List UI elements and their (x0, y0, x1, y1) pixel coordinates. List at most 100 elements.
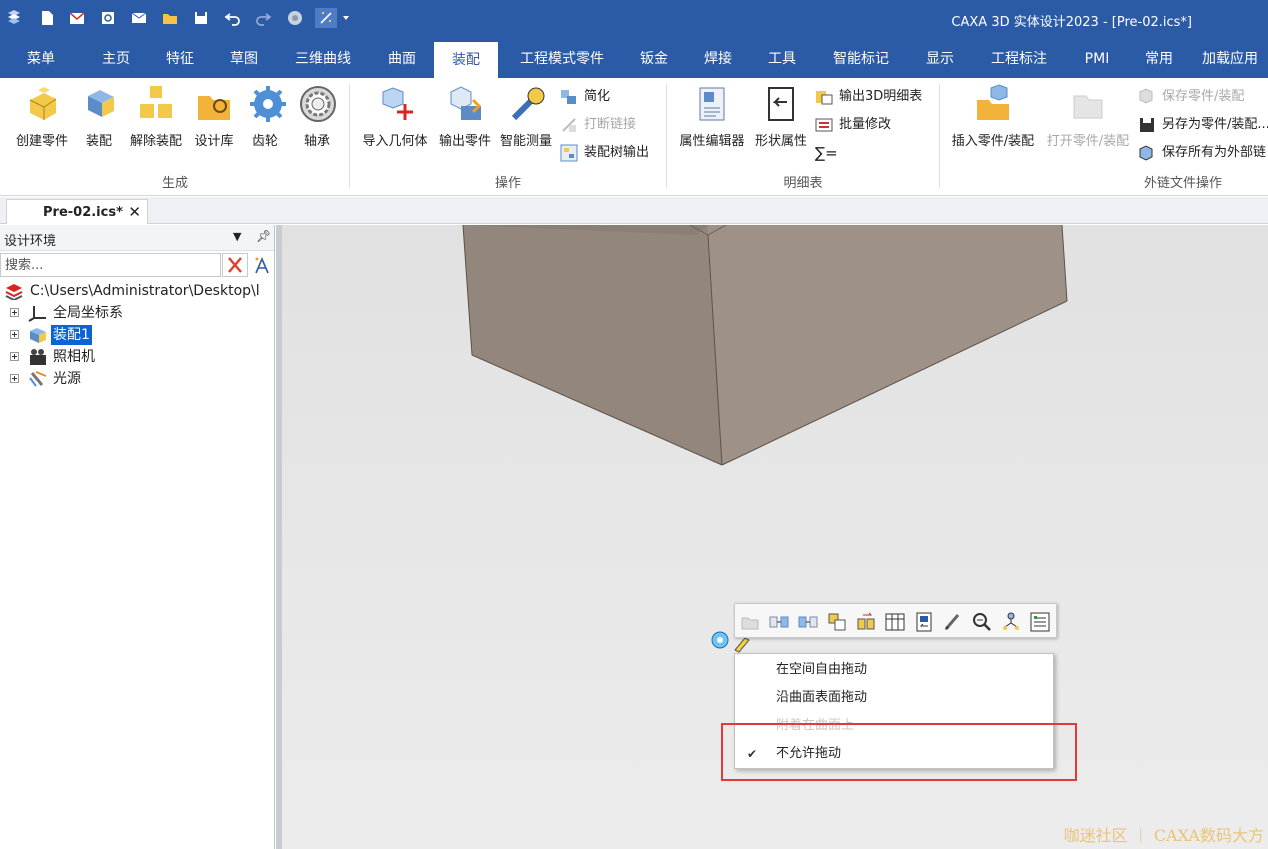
copy-part-icon[interactable] (826, 611, 848, 633)
export-part-label: 输出零件 (438, 134, 491, 149)
menu-item-disallow-drag[interactable]: ✔ 不允许拖动 (735, 740, 1053, 768)
tab-menu[interactable]: 菜单 (14, 40, 68, 78)
clear-search-button[interactable] (222, 253, 248, 277)
wizard-icon[interactable] (315, 8, 337, 28)
tree-item-global-coords[interactable]: 全局坐标系 (10, 302, 270, 324)
expand-icon[interactable] (10, 352, 19, 361)
save-icon[interactable] (190, 8, 212, 28)
create-part-button[interactable]: 创建零件 (12, 84, 72, 149)
import-geometry-icon (382, 87, 413, 120)
filter-button[interactable] (250, 253, 274, 277)
save-as-part-assembly-button[interactable]: 另存为零件/装配... (1138, 114, 1268, 136)
document-tab[interactable]: Pre-02.ics* ✕ (6, 199, 148, 224)
gear-icon (250, 86, 286, 122)
batch-modify-button[interactable]: 批量修改 (815, 114, 891, 136)
tree-root[interactable]: C:\Users\Administrator\Desktop\l (4, 280, 274, 302)
tab-display[interactable]: 显示 (916, 40, 964, 78)
menu-item-drag-along-surface[interactable]: 沿曲面表面拖动 (735, 684, 1053, 712)
tab-engineering-part[interactable]: 工程模式零件 (510, 40, 614, 78)
property-editor-button[interactable]: 属性编辑器 (676, 84, 748, 149)
smart-measure-button[interactable]: 智能测量 (497, 84, 555, 149)
tab-surface[interactable]: 曲面 (378, 40, 426, 78)
import-geometry-button[interactable]: 导入几何体 (359, 84, 431, 149)
export-3d-bom-button[interactable]: 输出3D明细表 (815, 86, 922, 108)
design-library-button[interactable]: 设计库 (190, 84, 238, 149)
tab-sheet-metal[interactable]: 钣金 (630, 40, 678, 78)
group-separator (939, 84, 940, 188)
simplify-label: 简化 (584, 89, 611, 104)
design-library-icon (198, 96, 230, 120)
align-right-icon[interactable] (797, 611, 819, 633)
zoom-icon[interactable] (971, 611, 993, 633)
export-part-button[interactable]: 输出零件 (436, 84, 494, 149)
pin-icon[interactable]: 📌︎ (256, 229, 271, 243)
tab-smart-marker[interactable]: 智能标记 (826, 40, 896, 78)
tree-item-camera[interactable]: 照相机 (10, 346, 270, 368)
print-preview-icon[interactable] (97, 8, 119, 28)
expand-icon[interactable] (10, 374, 19, 383)
shape-properties-button[interactable]: 形状属性 (752, 84, 810, 149)
disassemble-icon (140, 86, 172, 118)
tab-load-app[interactable]: 加载应用 (1202, 40, 1268, 78)
align-left-icon[interactable] (768, 611, 790, 633)
checkmark-icon: ✔ (747, 747, 758, 761)
insert-part-assembly-button[interactable]: 插入零件/装配 (948, 84, 1038, 149)
sum-button[interactable]: ∑= (815, 142, 838, 164)
folder-icon[interactable] (159, 8, 181, 28)
assembly-tree-output-button[interactable]: 装配树输出 (560, 142, 649, 164)
shirt-icon[interactable] (284, 8, 306, 28)
move-part-icon[interactable] (855, 611, 877, 633)
undo-icon[interactable] (222, 8, 244, 28)
tree-item-light[interactable]: 光源 (10, 368, 270, 390)
open-mail-icon[interactable] (66, 8, 88, 28)
save-all-external-label: 保存所有为外部链 (1162, 145, 1267, 160)
tab-feature[interactable]: 特征 (156, 40, 204, 78)
save-as-icon (1140, 118, 1154, 132)
send-icon[interactable] (128, 8, 150, 28)
save-all-external-button[interactable]: 保存所有为外部链 (1138, 142, 1266, 164)
create-part-label: 创建零件 (15, 134, 68, 149)
app-menu-icon[interactable] (3, 8, 25, 28)
open-folder-icon[interactable] (739, 611, 761, 633)
tree-item-label: 照相机 (53, 349, 95, 365)
new-icon[interactable] (36, 8, 58, 28)
panel-splitter[interactable] (276, 225, 282, 849)
shape-properties-icon[interactable] (913, 611, 935, 633)
break-link-label: 打断链接 (584, 117, 637, 132)
brush-icon[interactable] (942, 611, 964, 633)
tab-3d-curve[interactable]: 三维曲线 (287, 40, 359, 78)
gear-button[interactable]: 齿轮 (248, 84, 286, 149)
bearing-button[interactable]: 轴承 (298, 84, 336, 149)
tab-tools[interactable]: 工具 (758, 40, 806, 78)
tree-item-label: 全局坐标系 (53, 305, 123, 321)
redo-icon[interactable] (252, 8, 274, 28)
tab-home[interactable]: 主页 (92, 40, 140, 78)
menu-item-attach-to-surface[interactable]: 附着在曲面上 (735, 712, 1053, 740)
menu-item-free-drag[interactable]: 在空间自由拖动 (735, 656, 1053, 684)
tab-welding[interactable]: 焊接 (694, 40, 742, 78)
close-icon[interactable]: ✕ (128, 203, 141, 221)
dropdown-icon[interactable] (340, 8, 352, 28)
tab-assembly[interactable]: 装配 (434, 42, 498, 78)
tab-engineering-annotation[interactable]: 工程标注 (984, 40, 1054, 78)
menu-item-label: 不允许拖动 (776, 746, 842, 761)
table-icon[interactable] (884, 611, 906, 633)
expand-icon[interactable] (10, 308, 19, 317)
search-input[interactable] (0, 253, 221, 277)
disassemble-label: 解除装配 (129, 134, 182, 149)
tab-pmi[interactable]: PMI (1074, 40, 1120, 78)
assemble-button[interactable]: 装配 (82, 84, 116, 149)
save-part-assembly-button[interactable]: 保存零件/装配 (1138, 86, 1244, 108)
hierarchy-icon[interactable] (1000, 611, 1022, 633)
chevron-down-icon[interactable]: ▼ (233, 230, 241, 243)
expand-icon[interactable] (10, 330, 19, 339)
import-geometry-label: 导入几何体 (362, 134, 428, 149)
properties-list-icon[interactable] (1029, 611, 1051, 633)
tab-common[interactable]: 常用 (1136, 40, 1182, 78)
tab-sketch[interactable]: 草图 (220, 40, 268, 78)
simplify-button[interactable]: 简化 (560, 86, 610, 108)
open-part-assembly-button[interactable]: 打开零件/装配 (1043, 84, 1133, 149)
break-link-button[interactable]: 打断链接 (560, 114, 636, 136)
disassemble-button[interactable]: 解除装配 (126, 84, 186, 149)
tree-item-assembly1[interactable]: 装配1 (10, 324, 270, 346)
